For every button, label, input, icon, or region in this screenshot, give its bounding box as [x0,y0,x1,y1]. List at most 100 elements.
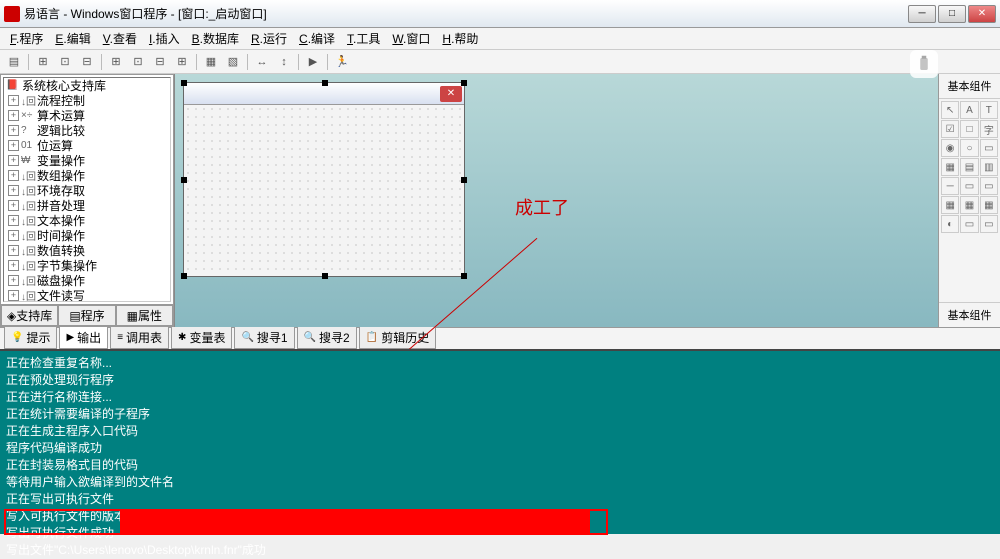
palette-circle-icon[interactable]: ○ [960,139,978,157]
tree-item[interactable]: +↓回拼音处理 [4,198,170,213]
output-console[interactable]: 正在检查重复名称...正在预处理现行程序正在进行名称连接...正在统计需要编译的… [0,349,1000,534]
toolbar-btn[interactable]: 🏃 [332,52,352,72]
expand-icon[interactable]: + [8,110,19,121]
tree-item[interactable]: +↓回时间操作 [4,228,170,243]
expand-icon[interactable]: + [8,125,19,136]
expand-icon[interactable]: + [8,200,19,211]
tree-item[interactable]: +↓回流程控制 [4,93,170,108]
tree-item[interactable]: +↓回字节集操作 [4,258,170,273]
expand-icon[interactable]: + [8,140,19,151]
palette-item-icon[interactable]: ▭ [960,177,978,195]
palette-item-icon[interactable]: ◐ [941,215,959,233]
toolbar-btn[interactable]: ▤ [4,52,24,72]
palette-item-icon[interactable]: ▭ [980,177,998,195]
palette-font-icon[interactable]: 字 [980,120,998,138]
menu-w[interactable]: W.窗口 [386,28,436,49]
toolbar-btn[interactable]: ▦ [201,52,221,72]
expand-icon[interactable]: + [8,245,19,256]
expand-icon[interactable]: + [8,290,19,301]
expand-icon[interactable]: + [8,230,19,241]
palette-check-icon[interactable]: ☑ [941,120,959,138]
toolbar-btn[interactable]: ⊞ [172,52,192,72]
toolbar-btn[interactable]: ⊞ [33,52,53,72]
toolbar-btn[interactable]: ⊡ [55,52,75,72]
menu-i[interactable]: I.插入 [143,28,186,49]
expand-icon[interactable]: + [8,155,19,166]
form-designer-canvas[interactable]: ✕ 成工了 [174,74,938,327]
tab-output[interactable]: ▶输出 [59,326,108,349]
toolbar-btn[interactable]: ▶ [303,52,323,72]
menu-e[interactable]: E.编辑 [49,28,96,49]
search-icon: 🔍 [241,332,253,343]
expand-icon[interactable]: + [8,275,19,286]
expand-icon[interactable]: + [8,215,19,226]
palette-radio-icon[interactable]: ◉ [941,139,959,157]
maximize-button[interactable]: □ [938,5,966,23]
palette-grid-icon[interactable]: ▦ [941,158,959,176]
palette-label-icon[interactable]: A [960,101,978,119]
toolbar-btn[interactable]: ⊞ [106,52,126,72]
palette-item-icon[interactable]: ▭ [960,215,978,233]
tree-root[interactable]: 📕 系统核心支持库 [4,78,170,93]
window-controls: ─ □ ✕ [908,5,996,23]
tree-item[interactable]: +↓回数组操作 [4,168,170,183]
menu-t[interactable]: T.工具 [341,28,386,49]
tree-item[interactable]: +?逻辑比较 [4,123,170,138]
toolbar-btn[interactable]: ↕ [274,52,294,72]
toolbar-btn[interactable]: ⊟ [150,52,170,72]
tree-item[interactable]: +↓回文本操作 [4,213,170,228]
toolbar-btn[interactable]: ⊟ [77,52,97,72]
window-titlebar: 易语言 - Windows窗口程序 - [窗口:_启动窗口] ─ □ ✕ [0,0,1000,28]
menu-f[interactable]: F.程序 [4,28,49,49]
palette-list-icon[interactable]: ▤ [960,158,978,176]
palette-item-icon[interactable]: ▭ [980,139,998,157]
main-toolbar: ▤ ⊞ ⊡ ⊟ ⊞ ⊡ ⊟ ⊞ ▦ ▧ ↔ ↕ ▶ 🏃 [0,50,1000,74]
palette-calendar-icon[interactable]: ▦ [941,196,959,214]
tree-item[interactable]: +×÷算术运算 [4,108,170,123]
menu-r[interactable]: R.运行 [245,28,293,49]
toolbar-btn[interactable]: ▧ [223,52,243,72]
palette-item-icon[interactable]: ▭ [980,215,998,233]
toolbar-btn[interactable]: ⊡ [128,52,148,72]
form-design-window[interactable]: ✕ [183,82,465,277]
palette-item-icon[interactable]: ▦ [980,196,998,214]
close-button[interactable]: ✕ [968,5,996,23]
palette-text-icon[interactable]: T [980,101,998,119]
menu-v[interactable]: V.查看 [97,28,143,49]
tab-search1[interactable]: 🔍搜寻1 [234,326,294,349]
expand-icon[interactable]: + [8,260,19,271]
toolbar-btn[interactable]: ↔ [252,52,272,72]
tree-item[interactable]: +₩变量操作 [4,153,170,168]
tree-item[interactable]: +↓回环境存取 [4,183,170,198]
expand-icon[interactable]: + [8,95,19,106]
tab-hint[interactable]: 💡提示 [4,326,57,349]
form-design-close-icon[interactable]: ✕ [440,86,462,102]
tab-cliphist[interactable]: 📋剪辑历史 [359,326,436,349]
menu-b[interactable]: B.数据库 [186,28,245,49]
expand-icon[interactable]: + [8,185,19,196]
tab-search2[interactable]: 🔍搜寻2 [297,326,357,349]
menu-h[interactable]: H.帮助 [436,28,484,49]
sidebar-tab-props[interactable]: ▦属性 [116,305,173,326]
tab-vartable[interactable]: ✱变量表 [171,326,232,349]
palette-frame-icon[interactable]: □ [960,120,978,138]
minimize-button[interactable]: ─ [908,5,936,23]
tree-item[interactable]: +↓回磁盘操作 [4,273,170,288]
category-icon: 01 [21,140,35,151]
tree-item[interactable]: +↓回文件读写 [4,288,170,302]
palette-line-icon[interactable]: ─ [941,177,959,195]
output-icon: ▶ [66,332,74,343]
menu-c[interactable]: C.编译 [293,28,341,49]
sidebar-tab-program[interactable]: ▤程序 [58,305,115,326]
tab-callstack[interactable]: ≡调用表 [110,326,169,349]
category-icon: ↓回 [21,258,35,273]
library-tree[interactable]: 📕 系统核心支持库 +↓回流程控制+×÷算术运算+?逻辑比较+01位运算+₩变量… [3,77,171,302]
palette-pointer-icon[interactable]: ↖ [941,101,959,119]
sidebar-tab-support[interactable]: ◈支持库 [1,305,58,326]
form-design-body[interactable] [184,105,464,276]
palette-item-icon[interactable]: ▦ [960,196,978,214]
palette-item-icon[interactable]: ▥ [980,158,998,176]
tree-item[interactable]: +01位运算 [4,138,170,153]
tree-item[interactable]: +↓回数值转换 [4,243,170,258]
expand-icon[interactable]: + [8,170,19,181]
